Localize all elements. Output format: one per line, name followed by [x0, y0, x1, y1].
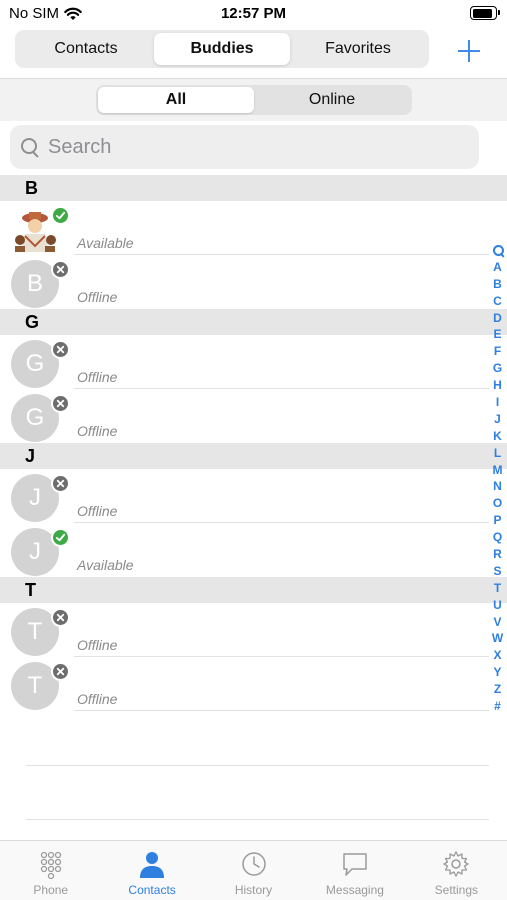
presence-status: Offline	[77, 289, 118, 305]
gear-icon	[443, 851, 469, 877]
presence-filter-segmented-control: All Online	[96, 85, 412, 115]
close-icon	[56, 613, 65, 622]
presence-status: Offline	[77, 423, 118, 439]
presence-status: Offline	[77, 369, 118, 385]
buddy-mode-segmented-control: Contacts Buddies Favorites	[15, 30, 429, 68]
index-letter[interactable]: Y	[493, 664, 501, 681]
index-letter[interactable]: P	[493, 512, 501, 529]
close-icon	[56, 265, 65, 274]
keypad-icon	[40, 851, 61, 879]
offline-status-badge	[51, 260, 70, 279]
checkmark-icon	[55, 211, 66, 220]
tab-phone[interactable]: Phone	[0, 841, 101, 900]
buddy-list: B Available B Offline G G Offline G Offl…	[0, 175, 507, 711]
tab-label: Messaging	[325, 883, 384, 897]
index-letter[interactable]: F	[494, 343, 501, 360]
empty-row-divider	[26, 765, 489, 766]
offline-status-badge	[51, 608, 70, 627]
index-letter[interactable]: Z	[494, 681, 501, 698]
battery-icon	[470, 6, 500, 20]
clock-icon	[241, 852, 266, 876]
list-item[interactable]: G Offline	[0, 335, 507, 389]
list-item[interactable]: B Offline	[0, 255, 507, 309]
index-letter[interactable]: M	[493, 462, 503, 479]
section-index-bar[interactable]: A B C D E F G H I J K L M N O P Q R S T U V W X Y Z #	[488, 242, 507, 715]
tab-history[interactable]: History	[203, 841, 304, 900]
index-letter[interactable]: S	[493, 563, 501, 580]
tab-bar: Phone Contacts History Messaging Setting…	[0, 840, 507, 900]
tab-label: History	[234, 883, 273, 897]
tab-label: Phone	[33, 883, 69, 897]
index-letter[interactable]: B	[493, 276, 502, 293]
index-letter[interactable]: V	[493, 614, 501, 631]
index-search-icon[interactable]	[492, 242, 504, 259]
tab-label: Settings	[434, 883, 478, 897]
index-letter[interactable]: I	[496, 394, 499, 411]
tab-buddies[interactable]: Buddies	[154, 33, 290, 65]
presence-status: Offline	[77, 691, 118, 707]
presence-status: Offline	[77, 503, 118, 519]
offline-status-badge	[51, 340, 70, 359]
online-status-badge	[51, 528, 70, 547]
close-icon	[56, 345, 65, 354]
tab-messaging[interactable]: Messaging	[304, 841, 405, 900]
index-letter[interactable]: U	[493, 597, 502, 614]
section-header-t: T	[0, 577, 507, 603]
search-input[interactable]	[48, 135, 448, 159]
clock: 12:57 PM	[220, 5, 287, 22]
status-bar: No SIM 12:57 PM	[0, 0, 507, 28]
index-letter[interactable]: N	[493, 478, 502, 495]
chat-bubble-icon	[343, 853, 367, 876]
offline-status-badge	[51, 474, 70, 493]
tab-contacts[interactable]: Contacts	[18, 33, 154, 65]
index-letter[interactable]: #	[494, 698, 501, 715]
index-letter[interactable]: T	[494, 580, 501, 597]
index-letter[interactable]: D	[493, 310, 502, 327]
index-letter[interactable]: X	[493, 647, 501, 664]
checkmark-icon	[55, 533, 66, 542]
list-item[interactable]: T Offline	[0, 657, 507, 711]
presence-status: Available	[77, 235, 134, 251]
index-letter[interactable]: L	[494, 445, 501, 462]
person-icon	[140, 852, 165, 878]
tab-settings[interactable]: Settings	[406, 841, 507, 900]
search-bar[interactable]	[10, 125, 479, 169]
index-letter[interactable]: E	[493, 326, 501, 343]
add-contact-button[interactable]	[454, 36, 484, 66]
index-letter[interactable]: O	[493, 495, 502, 512]
close-icon	[56, 399, 65, 408]
list-item[interactable]: G Offline	[0, 389, 507, 443]
tab-favorites[interactable]: Favorites	[290, 33, 426, 65]
list-item[interactable]: T Offline	[0, 603, 507, 657]
offline-status-badge	[51, 662, 70, 681]
index-letter[interactable]: R	[493, 546, 502, 563]
offline-status-badge	[51, 394, 70, 413]
close-icon	[56, 479, 65, 488]
section-header-b: B	[0, 175, 507, 201]
filter-online[interactable]: Online	[254, 87, 410, 113]
online-status-badge	[51, 206, 70, 225]
index-letter[interactable]: A	[493, 259, 502, 276]
index-letter[interactable]: G	[493, 360, 502, 377]
close-icon	[56, 667, 65, 676]
list-item[interactable]: J Offline	[0, 469, 507, 523]
index-letter[interactable]: K	[493, 428, 502, 445]
index-letter[interactable]: W	[492, 630, 503, 647]
index-letter[interactable]: H	[493, 377, 502, 394]
list-item[interactable]: J Available	[0, 523, 507, 577]
tab-label: Contacts	[128, 883, 176, 897]
index-letter[interactable]: C	[493, 293, 502, 310]
empty-row-divider	[26, 819, 489, 820]
list-item[interactable]: Available	[0, 201, 507, 255]
section-header-j: J	[0, 443, 507, 469]
search-icon	[20, 137, 40, 157]
section-header-g: G	[0, 309, 507, 335]
presence-status: Offline	[77, 637, 118, 653]
filter-all[interactable]: All	[98, 87, 254, 113]
presence-status: Available	[77, 557, 134, 573]
index-letter[interactable]: J	[494, 411, 501, 428]
index-letter[interactable]: Q	[493, 529, 502, 546]
tab-contacts-bottom[interactable]: Contacts	[101, 841, 202, 900]
